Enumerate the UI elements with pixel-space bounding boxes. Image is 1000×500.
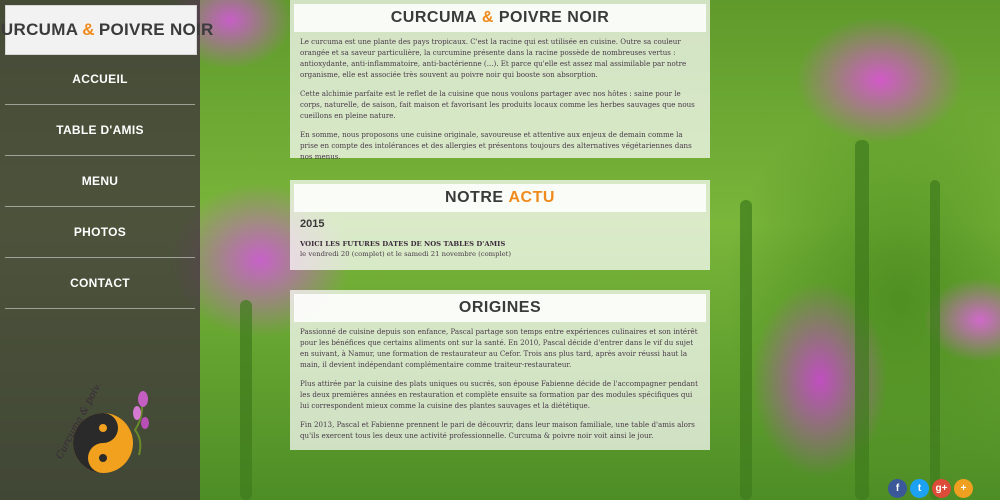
origines-paragraph-1: Passionné de cuisine depuis son enfance,… xyxy=(300,327,698,369)
actu-panel: NOTRE ACTU 2015 VOICI LES FUTURES DATES … xyxy=(290,180,710,270)
origines-heading: ORIGINES xyxy=(294,294,706,322)
nav-item-photos[interactable]: PHOTOS xyxy=(5,207,195,258)
site-title[interactable]: CURCUMA & POIVRE NOIR xyxy=(0,5,213,55)
site-title-ampersand: & xyxy=(82,20,95,39)
plus-icon[interactable]: + xyxy=(954,479,973,498)
origines-paragraph-3: Fin 2013, Pascal et Fabienne prennent le… xyxy=(300,420,695,440)
logo-icon: Curcuma & poivre noir xyxy=(54,385,149,473)
facebook-icon[interactable]: f xyxy=(888,479,907,498)
news-year: 2015 xyxy=(300,218,325,230)
origines-panel: ORIGINES Passionné de cuisine depuis son… xyxy=(290,290,710,450)
social-links: f t g+ + xyxy=(888,479,973,498)
nav-item-table-damis[interactable]: TABLE D'AMIS xyxy=(5,105,195,156)
intro-paragraph-1: Le curcuma est une plante des pays tropi… xyxy=(300,37,687,79)
nav-item-accueil[interactable]: ACCUEIL xyxy=(5,54,195,105)
intro-panel: CURCUMA & POIVRE NOIR Le curcuma est une… xyxy=(290,0,710,161)
sidebar: CURCUMA & POIVRE NOIR ACCUEIL TABLE D'AM… xyxy=(0,0,213,500)
intro-heading: CURCUMA & POIVRE NOIR xyxy=(294,4,706,32)
main-content: CURCUMA & POIVRE NOIR Le curcuma est une… xyxy=(290,0,710,500)
origines-paragraph-2: Plus attirée par la cuisine des plats un… xyxy=(300,379,698,410)
intro-paragraph-3: En somme, nous proposons une cuisine ori… xyxy=(300,130,692,161)
main-nav: ACCUEIL TABLE D'AMIS MENU PHOTOS CONTACT xyxy=(5,54,195,309)
actu-heading: NOTRE ACTU xyxy=(294,184,706,212)
nav-item-menu[interactable]: MENU xyxy=(5,156,195,207)
site-title-part2: POIVRE NOIR xyxy=(98,20,214,39)
intro-paragraph-2: Cette alchimie parfaite est le reflet de… xyxy=(300,89,695,120)
site-title-part1: CURCUMA xyxy=(0,20,79,39)
google-plus-icon[interactable]: g+ xyxy=(932,479,951,498)
news-title: VOICI LES FUTURES DATES DE NOS TABLES D'… xyxy=(300,240,506,248)
news-body: le vendredi 20 (complet) et le samedi 21… xyxy=(300,250,512,258)
twitter-icon[interactable]: t xyxy=(910,479,929,498)
nav-item-contact[interactable]: CONTACT xyxy=(5,258,195,309)
